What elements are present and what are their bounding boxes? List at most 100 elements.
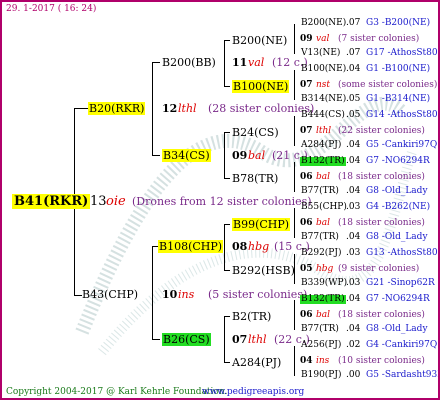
- fm-number: 08: [232, 240, 248, 253]
- g3-queen[interactable]: B292(HSB): [232, 265, 295, 276]
- g4-origin: G1 -B314(NE): [366, 94, 431, 104]
- g4-origin: G21 -Sinop62R: [366, 278, 435, 288]
- mm-queen[interactable]: B200(BB): [162, 57, 216, 68]
- g4-queen[interactable]: B77(TR): [300, 187, 340, 196]
- g4-breeder: nst: [316, 80, 331, 90]
- g4-origin: G4 -B262(NE): [366, 202, 431, 212]
- g4-score: .03: [346, 278, 361, 288]
- g4-origin: G7 -NO6294R: [366, 156, 430, 166]
- fm-queen[interactable]: B108(CHP): [158, 240, 224, 253]
- g4-breeder: bal: [316, 310, 331, 320]
- g4-score: .04: [346, 64, 361, 74]
- g3-queen[interactable]: B2(TR): [232, 311, 271, 322]
- g4-queen[interactable]: B444(CS): [300, 111, 346, 120]
- g4-number: 06: [300, 310, 313, 320]
- father-number: 10: [162, 288, 178, 301]
- g4-note: (10 sister colonies): [338, 356, 425, 366]
- g4-queen[interactable]: B292(PJ): [300, 249, 342, 258]
- g4-score: .04: [346, 140, 361, 150]
- g4-note: (7 sister colonies): [338, 34, 420, 44]
- g4-number: 05: [300, 264, 313, 274]
- g4-score: .07: [346, 48, 361, 58]
- g4-note: (9 sister colonies): [338, 264, 420, 274]
- fm-breeder: hbg: [248, 240, 270, 253]
- g3-queen[interactable]: A284(PJ): [232, 357, 281, 368]
- mother-number: 12: [162, 102, 178, 115]
- g4-score: .05: [346, 110, 361, 120]
- g4-origin: G5 -Cankiri97Q: [366, 140, 438, 150]
- mm-breeder: val: [248, 56, 265, 69]
- g4-origin: G8 -Old_Lady: [366, 186, 428, 196]
- g4-queen[interactable]: V13(NE): [300, 49, 341, 58]
- g4-score: .04: [346, 156, 361, 166]
- mother-queen[interactable]: B20(RKR): [88, 102, 146, 115]
- g4-queen[interactable]: B314(NE): [300, 95, 347, 104]
- root-note: (Drones from 12 sister colonies): [132, 195, 312, 208]
- g3-queen[interactable]: B200(NE): [232, 35, 287, 46]
- g4-note: (18 sister colonies): [338, 218, 425, 228]
- mf-queen[interactable]: B34(CS): [162, 149, 211, 162]
- g4-number: 07: [300, 126, 313, 136]
- g4-score: .07: [346, 18, 361, 28]
- ff-number: 07: [232, 333, 248, 346]
- g4-score: .02: [346, 340, 361, 350]
- root-breeder: oie: [106, 194, 126, 209]
- g4-queen[interactable]: B77(TR): [300, 233, 340, 242]
- father-note: (5 sister colonies): [208, 288, 308, 301]
- mf-number: 09: [232, 149, 248, 162]
- g4-origin: G8 -Old_Lady: [366, 232, 428, 242]
- g4-score: .04: [346, 294, 361, 304]
- g4-number: 06: [300, 218, 313, 228]
- g4-origin: G1 -B100(NE): [366, 64, 431, 74]
- root-queen[interactable]: B41(RKR): [12, 194, 91, 209]
- father-breeder: ins: [178, 288, 195, 301]
- mother-note: (28 sister colonies): [208, 102, 315, 115]
- g4-queen[interactable]: B77(TR): [300, 325, 340, 334]
- g3-queen[interactable]: B78(TR): [232, 173, 278, 184]
- pedigree-panel: 29. 1-2017 ( 16: 24) Copyright 2004-2017…: [0, 0, 440, 400]
- g3-queen[interactable]: B100(NE): [232, 80, 290, 93]
- g4-note: (18 sister colonies): [338, 172, 425, 182]
- g4-queen[interactable]: B339(WP): [300, 279, 348, 288]
- g4-origin: G13 -AthosSt80R: [366, 248, 440, 258]
- g3-queen[interactable]: B99(CHP): [232, 218, 291, 231]
- g4-origin: G4 -Cankiri97Q: [366, 340, 438, 350]
- g4-queen[interactable]: B190(PJ): [300, 371, 342, 380]
- mm-number: 11: [232, 56, 248, 69]
- g4-breeder: bal: [316, 218, 331, 228]
- g4-note: (18 sister colonies): [338, 310, 425, 320]
- ff-queen[interactable]: B26(CS): [162, 333, 211, 346]
- g4-score: .04: [346, 186, 361, 196]
- g4-score: .03: [346, 202, 361, 212]
- g4-breeder: val: [316, 34, 330, 44]
- g4-note: (some sister colonies): [338, 80, 438, 90]
- g3-queen[interactable]: B24(CS): [232, 127, 279, 138]
- g4-queen[interactable]: B100(NE): [300, 65, 347, 74]
- g4-score: .04: [346, 324, 361, 334]
- g4-origin: G5 -Sardasht93R: [366, 370, 440, 380]
- g4-number: 06: [300, 172, 313, 182]
- g4-queen[interactable]: B200(NE): [300, 19, 347, 28]
- g4-queen[interactable]: B132(TR): [300, 157, 346, 166]
- g4-breeder: hbg: [316, 264, 334, 274]
- father-queen[interactable]: B43(CHP): [82, 289, 138, 300]
- g4-score: .03: [346, 248, 361, 258]
- root-number: 13: [90, 194, 107, 209]
- g4-queen[interactable]: B55(CHP): [300, 203, 348, 212]
- g4-breeder: ins: [316, 356, 330, 366]
- g4-score: .05: [346, 94, 361, 104]
- g4-queen[interactable]: A284(PJ): [300, 141, 342, 150]
- g4-breeder: lthl: [316, 126, 332, 136]
- copyright: Copyright 2004-2017 @ Karl Kehrle Founda…: [6, 387, 228, 397]
- g4-origin: G8 -Old_Lady: [366, 324, 428, 334]
- mf-breeder: bal: [248, 149, 266, 162]
- g4-breeder: bal: [316, 172, 331, 182]
- g4-number: 07: [300, 80, 313, 90]
- g4-score: .00: [346, 370, 361, 380]
- g4-queen[interactable]: A256(PJ): [300, 341, 342, 350]
- g4-queen[interactable]: B132(TR): [300, 295, 346, 304]
- g4-score: .04: [346, 232, 361, 242]
- g4-number: 09: [300, 34, 313, 44]
- g4-origin: G14 -AthosSt80R: [366, 110, 440, 120]
- site-link[interactable]: www.pedigreeapis.org: [202, 388, 304, 397]
